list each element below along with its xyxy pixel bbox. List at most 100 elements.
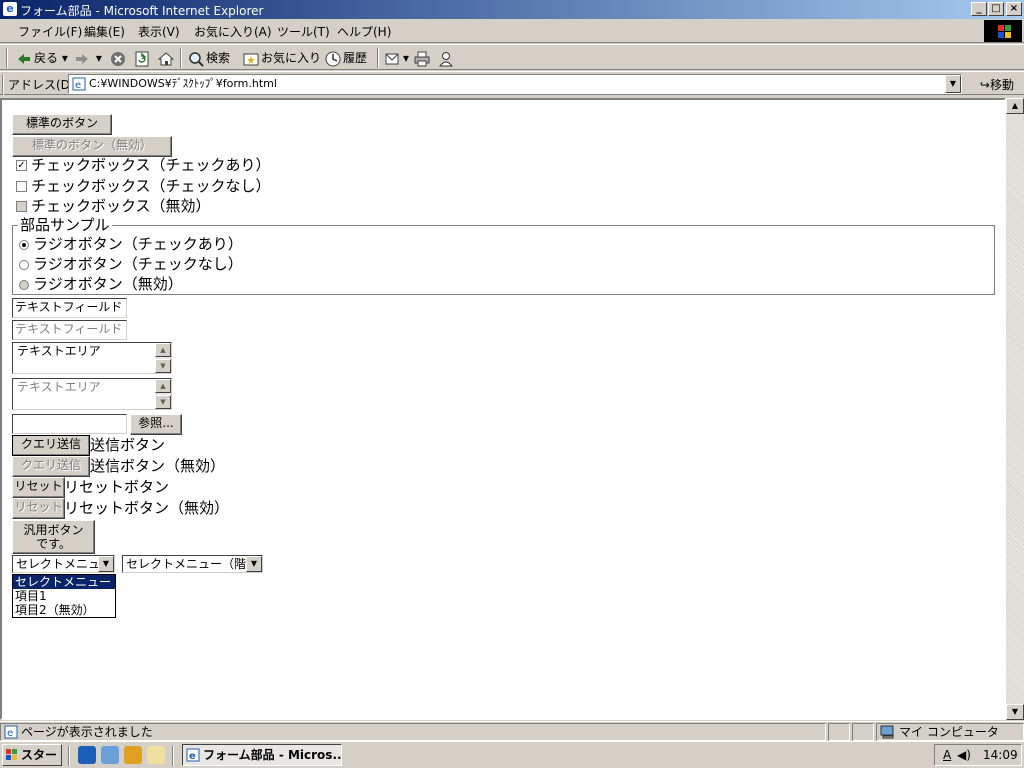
select-option[interactable]: 項目1 (13, 589, 115, 603)
reset-button[interactable]: リセット (12, 477, 65, 498)
fieldset-legend: 部品サンプル (18, 216, 112, 234)
checkbox-checked[interactable]: ✓ (16, 160, 27, 171)
favorites-label: お気に入り (261, 51, 322, 65)
title-bar: e フォーム部品 - Microsoft Internet Explorer _… (0, 0, 1024, 19)
checkbox-unchecked-label: チェックボックス（チェックなし） (31, 177, 271, 195)
maximize-button[interactable]: □ (988, 2, 1004, 16)
scroll-down-icon[interactable]: ▼ (1006, 704, 1024, 720)
select-option[interactable]: セレクトメニュー (13, 575, 115, 589)
taskbar-window-button[interactable]: e フォーム部品 - Micros... (182, 744, 342, 766)
quicklaunch-ie-icon[interactable] (78, 746, 96, 764)
checkbox-disabled (16, 201, 27, 212)
home-button[interactable] (158, 49, 176, 67)
ie-icon: e (3, 2, 17, 16)
forward-button[interactable]: ▾ (74, 49, 102, 67)
select-dropdown-list: セレクトメニュー 項目1 項目2（無効） (12, 574, 116, 618)
menu-view[interactable]: 表示(V) (138, 23, 180, 40)
checkbox-unchecked[interactable] (16, 181, 27, 192)
text-area-scrollbar[interactable]: ▲ ▼ (155, 343, 171, 373)
radio-disabled-label: ラジオボタン（無効） (33, 275, 183, 293)
reset-button-disabled: リセット (12, 498, 65, 519)
favorites-button[interactable]: お気に入り (243, 49, 321, 67)
select-dropdown-icon[interactable]: ▼ (98, 556, 114, 572)
select-menu[interactable]: セレクトメニュー ▼ (12, 555, 115, 573)
menu-file[interactable]: ファイル(F) (18, 23, 82, 40)
reset-button-disabled-text: リセットボタン（無効） (64, 499, 230, 517)
standard-button-disabled: 標準のボタン（無効） (12, 136, 172, 157)
quicklaunch-desktop-icon[interactable] (147, 746, 165, 764)
menu-tools[interactable]: ツール(T) (277, 23, 330, 40)
radio-checked-label: ラジオボタン（チェックあり） (33, 235, 243, 253)
address-label: アドレス(D) (8, 78, 75, 92)
mail-button[interactable]: ▾ (385, 49, 409, 67)
messenger-button[interactable] (438, 49, 456, 67)
toolbar-grip (6, 48, 8, 68)
file-input[interactable] (12, 414, 127, 434)
svg-text:e: e (189, 751, 196, 762)
select-menu-grouped[interactable]: セレクトメニュー（階層） ▼ (122, 555, 270, 573)
file-browse-button[interactable]: 参照... (130, 414, 182, 435)
status-text-pane: e ページが表示されました (0, 723, 826, 741)
scroll-down-icon[interactable]: ▼ (155, 359, 171, 373)
back-button[interactable]: 戻る ▾ (16, 49, 68, 67)
menu-help[interactable]: ヘルプ(H) (337, 23, 391, 40)
select-option[interactable]: 項目2（無効） (13, 603, 115, 617)
quicklaunch-outlook-icon[interactable] (101, 746, 119, 764)
status-bar: e ページが表示されました マイ コンピュータ (0, 721, 1024, 741)
menu-favorites[interactable]: お気に入り(A) (194, 23, 272, 40)
stop-button[interactable] (110, 49, 128, 67)
address-bar: アドレス(D) e C:¥WINDOWS¥ﾃﾞｽｸﾄｯﾌﾟ¥form.html … (0, 71, 1024, 95)
print-button[interactable] (414, 49, 432, 67)
menu-edit[interactable]: 編集(E) (84, 23, 125, 40)
mail-icon (385, 53, 399, 64)
minimize-button[interactable]: _ (971, 2, 987, 16)
search-button[interactable]: 検索 (188, 49, 230, 67)
radio-dot (22, 243, 26, 247)
scroll-down-icon: ▼ (155, 395, 171, 409)
scroll-up-icon: ▲ (155, 379, 171, 393)
printer-icon (414, 51, 430, 66)
back-label: 戻る (34, 51, 59, 65)
taskbar-separator (172, 746, 174, 766)
clock[interactable]: 14:09 (983, 745, 1018, 765)
status-pane-empty (852, 723, 874, 741)
refresh-button[interactable] (134, 49, 152, 67)
taskbar-separator (68, 746, 70, 766)
volume-icon[interactable]: ◀) (957, 745, 971, 765)
toolbar: 戻る ▾ ▾ 検索 お気に入り 履歴 ▾ (0, 44, 1024, 70)
address-dropdown-button[interactable]: ▼ (945, 75, 961, 93)
generic-button-line1: 汎用ボタン (23, 523, 84, 537)
text-area[interactable]: テキストエリア ▲ ▼ (12, 342, 172, 374)
history-button[interactable]: 履歴 (325, 49, 367, 67)
search-label: 検索 (206, 51, 231, 65)
refresh-icon (135, 51, 149, 66)
scroll-up-icon[interactable]: ▲ (155, 343, 171, 357)
back-arrow-icon (18, 53, 30, 64)
address-grip (2, 75, 4, 95)
ie-page-icon: e (4, 725, 18, 739)
text-field[interactable]: テキストフィールド (12, 298, 127, 318)
quicklaunch-media-player-icon[interactable] (124, 746, 142, 764)
submit-button[interactable]: クエリ送信 (12, 435, 90, 456)
start-label: スタート (21, 748, 58, 762)
text-area-disabled: テキストエリア ▲ ▼ (12, 378, 172, 410)
radio-unchecked[interactable] (19, 260, 29, 270)
ime-indicator[interactable]: A (943, 745, 951, 765)
generic-button[interactable]: 汎用ボタン です。 (12, 520, 95, 554)
go-button[interactable]: ↪移動 (980, 76, 1014, 93)
search-icon (189, 51, 204, 67)
standard-button[interactable]: 標準のボタン (12, 114, 112, 135)
page-scrollbar[interactable]: ▲ ▼ (1006, 98, 1024, 720)
scroll-up-icon[interactable]: ▲ (1006, 98, 1024, 114)
status-zone-pane: マイ コンピュータ (876, 723, 1024, 741)
checkbox-disabled-label: チェックボックス（無効） (31, 197, 211, 215)
start-button[interactable]: スタート (2, 744, 62, 766)
go-label: 移動 (989, 78, 1014, 92)
toolbar-separator (180, 48, 182, 68)
reset-button-text: リセットボタン (64, 478, 170, 496)
close-button[interactable]: × (1006, 2, 1022, 16)
select-grouped-dropdown-icon[interactable]: ▼ (246, 556, 262, 572)
radio-checked[interactable] (19, 240, 29, 250)
address-input[interactable]: e C:¥WINDOWS¥ﾃﾞｽｸﾄｯﾌﾟ¥form.html ▼ (68, 74, 962, 94)
submit-button-disabled: クエリ送信 (12, 456, 90, 477)
